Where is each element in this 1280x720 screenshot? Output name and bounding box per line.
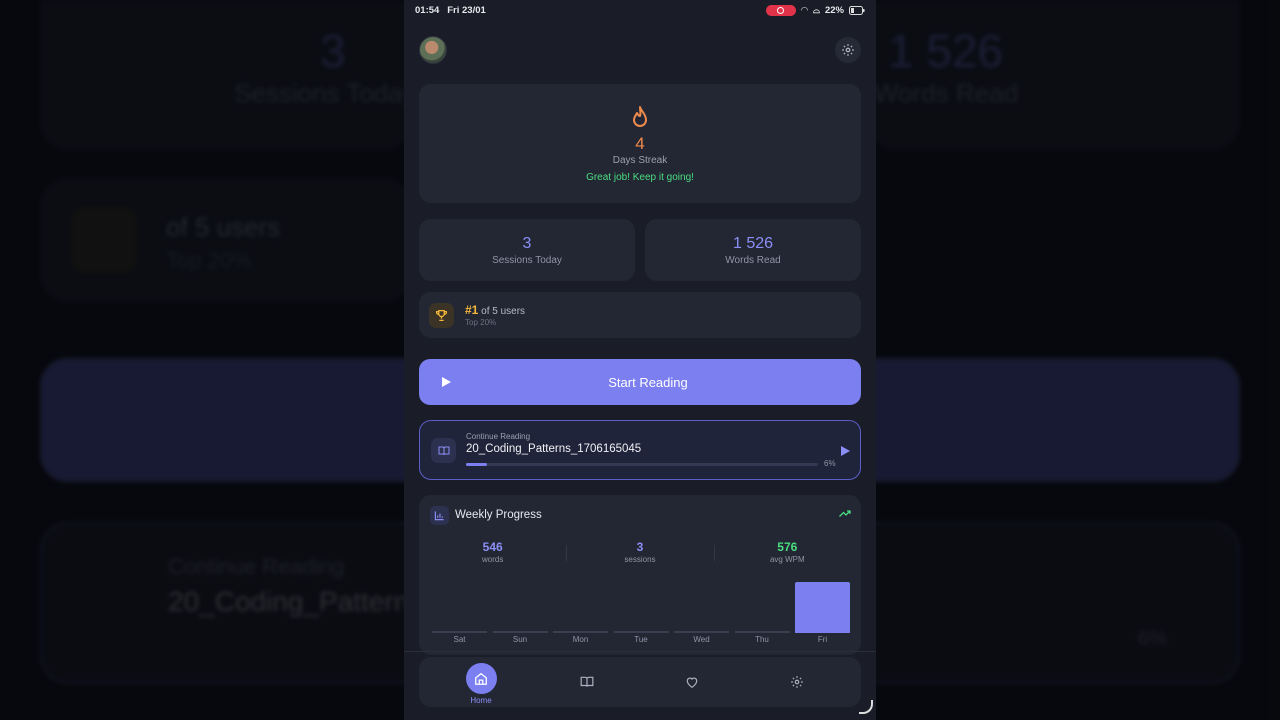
streak-label: Days Streak xyxy=(612,155,668,166)
rank-position: #1 xyxy=(465,303,479,317)
gear-icon xyxy=(842,44,854,56)
rank-line: #1 of 5 users xyxy=(465,303,525,317)
weekly-stat-sessions: 3 sessions xyxy=(566,540,713,564)
weekly-progress-card: Weekly Progress 546 words 3 sessions 576… xyxy=(419,495,861,655)
chart-bar-baseline xyxy=(734,631,790,633)
chart-bar-column: Wed xyxy=(674,575,729,644)
chart-bar-column: Thu xyxy=(734,575,790,644)
chart-day-label: Sat xyxy=(453,635,466,644)
weekly-progress-title: Weekly Progress xyxy=(455,509,542,521)
continue-reading-card[interactable]: Continue Reading 20_Coding_Patterns_1706… xyxy=(419,420,861,480)
weekly-wpm-value: 576 xyxy=(777,540,798,554)
chart-bar-baseline xyxy=(553,631,608,633)
chart-day-label: Wed xyxy=(693,635,710,644)
chart-day-label: Thu xyxy=(755,635,769,644)
status-left: 01:54 Fri 23/01 xyxy=(415,5,486,16)
bar-chart-icon xyxy=(430,506,449,525)
status-time: 01:54 xyxy=(415,4,440,16)
weekly-wpm-label: avg WPM xyxy=(769,555,805,564)
weekly-sessions-label: sessions xyxy=(624,555,656,564)
chart-day-label: Tue xyxy=(634,635,648,644)
start-reading-button[interactable]: Start Reading xyxy=(419,359,861,405)
rank-of-users: of 5 users xyxy=(481,306,526,317)
screen-record-icon xyxy=(765,4,796,16)
weekly-sessions-value: 3 xyxy=(636,540,644,554)
weekly-words-label: words xyxy=(481,555,504,564)
chart-bar xyxy=(795,582,850,633)
continue-label: Continue Reading xyxy=(466,432,531,441)
headphones-icon: ⌓ xyxy=(812,4,820,15)
heart-icon xyxy=(686,677,698,688)
reading-progress-percent: 6% xyxy=(824,459,836,468)
sessions-count: 3 xyxy=(522,235,532,252)
chart-bar-column: Tue xyxy=(613,575,669,644)
rank-text-group: #1 of 5 users Top 20% xyxy=(465,303,525,327)
trending-up-icon xyxy=(839,510,851,517)
reading-progress-bar xyxy=(466,463,818,466)
trophy-icon xyxy=(429,302,454,328)
chart-bar-column: Sat xyxy=(432,575,487,644)
wifi-icon: ◠ xyxy=(800,4,808,15)
chart-bar-baseline xyxy=(432,631,487,633)
phone-screen: 01:54 Fri 23/01 ◠ ⌓ 22% 4 Days Streak Gr… xyxy=(404,0,876,720)
nav-home[interactable]: Home xyxy=(456,657,506,707)
chart-bar-baseline xyxy=(492,631,548,633)
streak-card: 4 Days Streak Great job! Keep it going! xyxy=(419,84,861,203)
book-icon xyxy=(580,676,594,687)
chart-bar-column: Fri xyxy=(795,575,850,644)
resume-play-icon[interactable] xyxy=(840,445,851,457)
weekly-stat-words: 546 words xyxy=(419,540,566,564)
settings-button[interactable] xyxy=(835,37,861,63)
book-icon xyxy=(431,438,456,463)
chart-bar-baseline xyxy=(613,631,669,633)
sessions-card: 3 Sessions Today xyxy=(419,219,635,281)
status-right: ◠ ⌓ 22% xyxy=(765,4,865,16)
rank-card[interactable]: #1 of 5 users Top 20% xyxy=(419,292,861,338)
start-reading-label: Start Reading xyxy=(608,374,688,390)
rank-subtitle: Top 20% xyxy=(465,318,497,327)
nav-settings[interactable] xyxy=(772,657,822,707)
status-bar: 01:54 Fri 23/01 ◠ ⌓ 22% xyxy=(404,0,876,20)
chart-day-label: Mon xyxy=(572,635,589,644)
nav-home-label: Home xyxy=(470,696,492,705)
bottom-nav: Home xyxy=(419,657,861,707)
avatar[interactable] xyxy=(419,36,447,64)
nav-divider xyxy=(404,651,876,652)
streak-message: Great job! Keep it going! xyxy=(586,172,694,183)
battery-percent: 22% xyxy=(824,4,844,16)
words-card: 1 526 Words Read xyxy=(645,219,861,281)
gear-icon xyxy=(791,676,803,688)
sessions-label: Sessions Today xyxy=(492,255,562,266)
play-icon xyxy=(442,377,451,387)
continue-title: 20_Coding_Patterns_1706165045 xyxy=(466,443,642,455)
chart-bar-baseline xyxy=(674,631,729,633)
words-label: Words Read xyxy=(725,255,781,266)
words-count: 1 526 xyxy=(732,235,774,252)
chart-bar-column: Mon xyxy=(553,575,608,644)
weekly-words-value: 546 xyxy=(482,540,503,554)
nav-favorites[interactable] xyxy=(667,657,717,707)
status-date: Fri 23/01 xyxy=(447,4,486,16)
chart-day-label: Fri xyxy=(817,635,828,644)
home-icon xyxy=(465,663,497,694)
flame-icon xyxy=(633,106,647,127)
weekly-stat-wpm: 576 avg WPM xyxy=(713,540,861,564)
weekly-bar-chart: Sat Sun Mon Tue Wed Thu Fri xyxy=(432,575,850,644)
weekly-stats: 546 words 3 sessions 576 avg WPM xyxy=(419,540,861,564)
top-bar xyxy=(419,36,861,64)
chart-day-label: Sun xyxy=(512,635,528,644)
battery-icon xyxy=(849,5,865,15)
screen-corner xyxy=(859,700,873,714)
nav-library[interactable] xyxy=(562,657,612,707)
chart-bar-column: Sun xyxy=(492,575,548,644)
reading-progress-fill xyxy=(466,463,488,466)
streak-count: 4 xyxy=(635,134,645,153)
